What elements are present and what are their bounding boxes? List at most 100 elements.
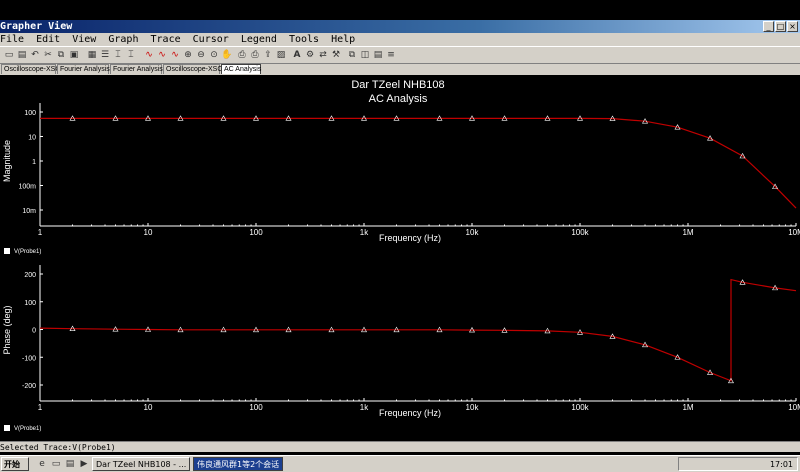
window-title-bar[interactable]: Grapher View _ □ ×: [0, 20, 800, 33]
ie-icon[interactable]: e: [36, 458, 48, 470]
legend-checkbox-icon-2[interactable]: [4, 425, 10, 431]
magnitude-y-tick-label: 100m: [18, 184, 36, 191]
zoom-out-icon[interactable]: ⊖: [195, 49, 207, 61]
undo-icon[interactable]: ↶: [29, 49, 41, 61]
open-icon[interactable]: ▤: [16, 49, 28, 61]
overlay-icon[interactable]: ◫: [359, 49, 371, 61]
grid-icon[interactable]: ▦: [86, 49, 98, 61]
magnitude-x-tick-label: 1k: [360, 228, 369, 237]
text-icon[interactable]: A: [291, 49, 303, 61]
tab-fourier-analysis-2[interactable]: Fourier Analysis: [110, 64, 163, 74]
menu-graph[interactable]: Graph: [108, 34, 138, 45]
menu-help[interactable]: Help: [331, 34, 355, 45]
graph-subtitle: AC Analysis: [369, 93, 428, 105]
start-button[interactable]: 开始: [1, 457, 29, 471]
phase-x-tick-label: 100: [249, 403, 263, 412]
legend-label-magnitude: V(Probe1): [14, 249, 41, 255]
phase-x-tick-label: 1: [38, 403, 43, 412]
clock: 17:01: [769, 460, 793, 469]
magnitude-x-tick-label: 100k: [571, 228, 589, 237]
menu-tools[interactable]: Tools: [289, 34, 319, 45]
system-tray: 17:01: [678, 457, 798, 471]
phase-x-tick-label: 10k: [466, 403, 480, 412]
magnitude-x-tick-label: 10k: [466, 228, 480, 237]
minimize-icon[interactable]: _: [763, 21, 774, 32]
phase-y-tick-label: 200: [24, 272, 36, 279]
phase-x-tick-label: 10M: [788, 403, 800, 412]
properties-icon[interactable]: ⚙: [304, 49, 316, 61]
magnitude-x-tick-label: 10: [144, 228, 153, 237]
status-bar: Selected Trace:V(Probe1): [0, 441, 800, 452]
maximize-icon[interactable]: □: [775, 21, 786, 32]
magnitude-y-tick-label: 10m: [22, 208, 36, 215]
graph-title: Dar TZeel NHB108: [351, 79, 444, 91]
magnitude-x-tick-label: 10M: [788, 228, 800, 237]
magnitude-xlabel: Frequency (Hz): [379, 233, 441, 243]
zoom-full-icon[interactable]: ⊙: [208, 49, 220, 61]
phase-y-tick-label: 100: [24, 300, 36, 307]
paste-icon[interactable]: ▣: [68, 49, 80, 61]
menu-trace[interactable]: Trace: [151, 34, 181, 45]
phase-x-tick-label: 1M: [682, 403, 693, 412]
phase-ylabel: Phase (deg): [2, 305, 12, 354]
explorer-icon[interactable]: ▤: [64, 458, 76, 470]
cut-icon[interactable]: ✂: [42, 49, 54, 61]
magnitude-y-tick-label: 10: [28, 135, 36, 142]
legend-label-phase: V(Probe1): [14, 426, 41, 432]
tab-fourier-analysis[interactable]: Fourier Analysis: [57, 64, 110, 74]
phase-xlabel: Frequency (Hz): [379, 408, 441, 418]
image-icon[interactable]: ▨: [275, 49, 287, 61]
tab-ac-analysis[interactable]: AC Analysis: [221, 64, 261, 74]
tab-oscilloscope-xsc1-2[interactable]: Oscilloscope-XSC1: [163, 64, 226, 74]
pan-icon[interactable]: ✋: [221, 49, 233, 61]
window-title: Grapher View: [0, 21, 73, 32]
media-icon[interactable]: ▶: [78, 458, 90, 470]
selected-trace-status: Selected Trace:V(Probe1): [0, 443, 116, 452]
phase-y-tick-label: 0: [32, 328, 36, 335]
copy-icon[interactable]: ⧉: [55, 49, 67, 61]
magnitude-x-tick-label: 1M: [682, 228, 693, 237]
graph-canvas[interactable]: Dar TZeel NHB108 AC Analysis 1 10 100 1k 10k…: [0, 75, 800, 441]
tab-oscilloscope-xsc1[interactable]: Oscilloscope-XSC1: [1, 64, 64, 74]
trace-icon[interactable]: ∿: [143, 49, 155, 61]
menu-view[interactable]: View: [72, 34, 96, 45]
print-icon[interactable]: ⎙: [236, 49, 248, 61]
toolbar: ▭ ▤ ↶ ✂ ⧉ ▣ ▦ ☰ ⌶ ⌶ ∿ ∿ ∿ ⊕ ⊖ ⊙ ✋ ⎙ ⎙ ⇪ …: [0, 46, 800, 64]
zoom-in-icon[interactable]: ⊕: [182, 49, 194, 61]
copy-graph-icon[interactable]: ⧉: [346, 49, 358, 61]
more-icon[interactable]: ≡: [385, 49, 397, 61]
task-chat[interactable]: 伟良通风群1等2个会话: [193, 457, 283, 471]
close-icon[interactable]: ×: [787, 21, 798, 32]
export-excel-icon[interactable]: ▤: [372, 49, 384, 61]
legend-icon[interactable]: ☰: [99, 49, 111, 61]
trace-points-icon[interactable]: ∿: [169, 49, 181, 61]
print-preview-icon[interactable]: ⎙: [249, 49, 261, 61]
new-icon[interactable]: ▭: [3, 49, 15, 61]
taskbar: 开始 e ▭ ▤ ▶ Dar TZeel NHB108 - ... 伟良通风群1…: [0, 455, 800, 472]
legend-checkbox-icon[interactable]: [4, 248, 10, 254]
menu-legend[interactable]: Legend: [241, 34, 277, 45]
tool-icon[interactable]: ⚒: [330, 49, 342, 61]
phase-y-tick-label: -100: [22, 355, 36, 362]
phase-x-tick-label: 1k: [360, 403, 369, 412]
cursor-icon-2[interactable]: ⌶: [125, 49, 137, 61]
trace-markers-icon[interactable]: ∿: [156, 49, 168, 61]
magnitude-ylabel: Magnitude: [2, 140, 12, 182]
menu-cursor[interactable]: Cursor: [193, 34, 229, 45]
export-icon[interactable]: ⇪: [262, 49, 274, 61]
magnitude-y-tick-label: 100: [24, 110, 36, 117]
task-grapher[interactable]: Dar TZeel NHB108 - ...: [92, 457, 190, 471]
tab-bar: Oscilloscope-XSC1 Fourier Analysis Fouri…: [0, 64, 800, 75]
reverse-colors-icon[interactable]: ⇄: [317, 49, 329, 61]
menu-edit[interactable]: Edit: [36, 34, 60, 45]
desktop-icon[interactable]: ▭: [50, 458, 62, 470]
menu-bar: File Edit View Graph Trace Cursor Legend…: [0, 33, 800, 46]
magnitude-x-tick-label: 1: [38, 228, 43, 237]
cursor-icon[interactable]: ⌶: [112, 49, 124, 61]
magnitude-x-tick-label: 100: [249, 228, 263, 237]
menu-file[interactable]: File: [0, 34, 24, 45]
phase-x-tick-label: 100k: [571, 403, 589, 412]
magnitude-y-tick-label: 1: [32, 159, 36, 166]
phase-y-tick-label: -200: [22, 383, 36, 390]
phase-x-tick-label: 10: [144, 403, 153, 412]
